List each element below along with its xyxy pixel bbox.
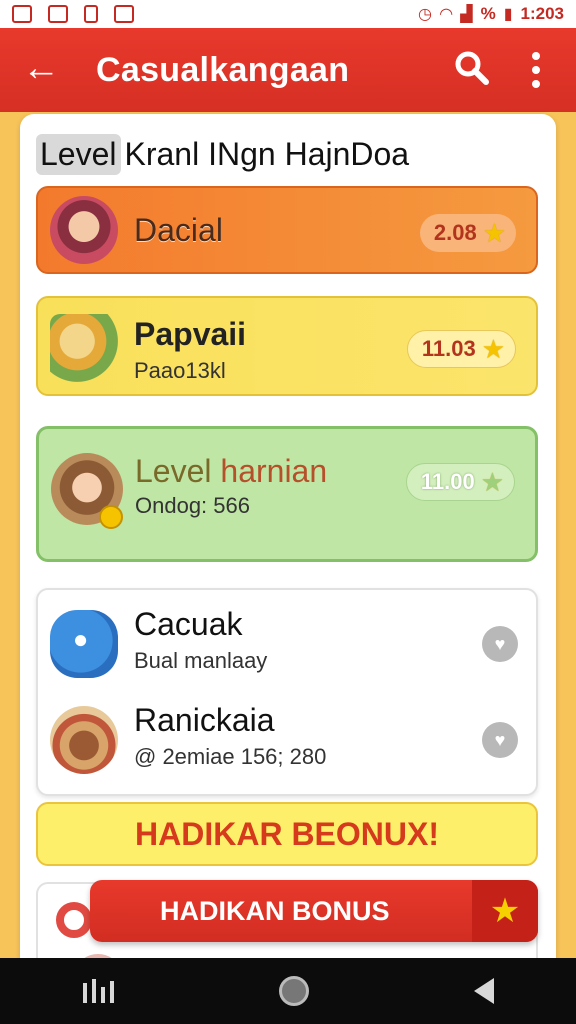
player-name: Ranickaia (134, 702, 275, 738)
player-subtitle: @ 2emiae 156; 280 (134, 744, 327, 769)
name-prefix: Level (135, 453, 221, 489)
image-icon (114, 5, 134, 23)
leaderboard-card-1[interactable]: Dacial 2.08 ★ (36, 186, 538, 274)
star-icon: ★ (472, 880, 538, 942)
coin-icon (99, 505, 123, 529)
score-badge: 2.08 ★ (419, 214, 516, 252)
search-button[interactable] (452, 48, 496, 92)
avatar (50, 196, 118, 264)
star-icon: ★ (481, 334, 505, 364)
status-time: 1:203 (520, 4, 564, 23)
arrow-left-icon: ← (22, 47, 60, 89)
app-notification-icon (12, 5, 32, 23)
navigation-bar (0, 958, 576, 1024)
like-button[interactable]: ♥ (482, 626, 518, 662)
page-heading: Level Kranl INgn HajnDoa (36, 134, 409, 175)
file-icon (84, 5, 98, 23)
heart-icon: ♥ (494, 633, 506, 654)
player-name: Level harnian (135, 453, 327, 490)
avatar (50, 706, 118, 774)
player-list: Cacuak Bual manlaay ♥ Ranickaia @ 2emiae… (36, 588, 538, 796)
leaderboard-card-2[interactable]: Papvaii Paao13kl 11.03 ★ (36, 296, 538, 396)
star-icon: ★ (480, 467, 504, 497)
battery-percent: % (480, 4, 496, 23)
heart-icon: ♥ (494, 729, 506, 750)
score-badge: 11.00 ★ (405, 463, 515, 501)
ring-icon (56, 902, 92, 938)
score-badge: 11.03 ★ (406, 330, 516, 368)
more-vertical-icon[interactable] (518, 52, 554, 88)
signal-icon: ▟ (460, 6, 473, 23)
search-icon (455, 51, 489, 85)
bonus-button[interactable]: HADIKAN BONUS ★ (90, 880, 538, 942)
app-title: Casualkangaan (96, 50, 350, 89)
gallery-icon (48, 5, 68, 23)
player-subtitle: Ondog: 566 (135, 493, 250, 518)
heading-text: Kranl INgn HajnDoa (124, 136, 410, 172)
player-name: Papvaii (134, 316, 247, 352)
bonus-banner[interactable]: HADIKAR BEONUX! (36, 802, 538, 866)
player-subtitle: Bual manlaay (134, 648, 268, 673)
player-subtitle: Paao13kl (134, 358, 226, 383)
leaderboard-card-3[interactable]: Level harnian Ondog: 566 11.00 ★ (36, 426, 538, 562)
home-icon[interactable] (278, 976, 309, 1006)
score-value: 11.00 (420, 469, 475, 494)
back-button[interactable]: ← (22, 49, 66, 87)
list-item[interactable]: Ranickaia @ 2emiae 156; 280 ♥ (38, 694, 536, 790)
alarm-icon: ◷ (417, 6, 432, 23)
monster-avatar (50, 610, 118, 678)
level-chip: Level (36, 134, 121, 175)
wifi-icon: ◠ (439, 6, 453, 23)
name-highlight: harnian (220, 453, 328, 489)
player-name: Dacial (134, 212, 223, 248)
status-bar: ◷ ◠ ▟ % ▮ 1:203 (0, 0, 576, 28)
bonus-button-label: HADIKAN BONUS (160, 895, 390, 926)
score-value: 11.03 (421, 336, 476, 361)
battery-icon: ▮ (503, 6, 513, 23)
score-value: 2.08 (433, 220, 477, 245)
like-button[interactable]: ♥ (482, 722, 518, 758)
mushroom-icon (50, 314, 118, 382)
recents-icon[interactable] (82, 979, 114, 1003)
app-bar: ← Casualkangaan (0, 28, 576, 112)
main-sheet: Level Kranl INgn HajnDoa Dacial 2.08 ★ P… (20, 114, 556, 984)
list-item[interactable]: Cacuak Bual manlaay ♥ (38, 598, 536, 694)
player-name: Cacuak (134, 606, 243, 642)
star-icon: ★ (482, 218, 506, 248)
back-triangle-icon[interactable] (473, 978, 494, 1004)
